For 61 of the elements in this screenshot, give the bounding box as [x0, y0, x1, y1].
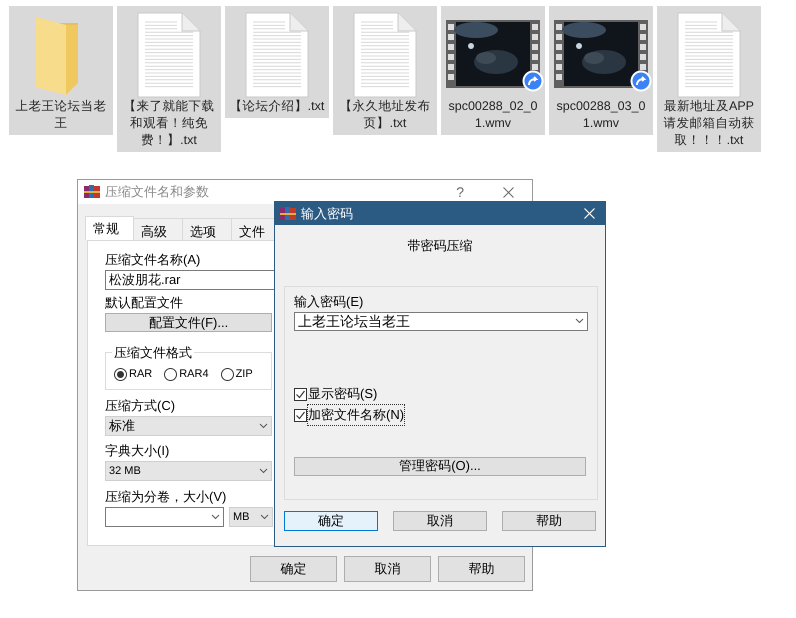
tab[interactable]: 高级	[134, 218, 183, 240]
dictionary-select[interactable]: 32 MB	[105, 461, 272, 481]
dialog-button[interactable]: 确定	[250, 556, 337, 582]
dialog-button[interactable]: 帮助	[438, 556, 525, 582]
close-icon[interactable]	[503, 186, 514, 198]
file-item[interactable]: 【永久地址发布 页】.txt	[333, 6, 437, 135]
window-title: 输入密码	[301, 204, 353, 223]
field-label: 字典大小(I)	[105, 443, 170, 459]
text-file-icon	[353, 12, 417, 98]
field-label: 压缩文件名称(A)	[105, 252, 200, 268]
profile-button[interactable]: 配置文件(F)...	[105, 313, 272, 332]
field-label: 输入密码(E)	[294, 294, 364, 310]
manage-passwords-button[interactable]: 管理密码(O)...	[294, 456, 586, 476]
chevron-down-icon	[260, 514, 269, 520]
archive-books-icon	[84, 185, 100, 199]
tab[interactable]: 选项	[183, 218, 232, 240]
radio-button[interactable]: RAR	[114, 366, 152, 382]
dialog-button[interactable]: 取消	[344, 556, 431, 582]
chevron-down-icon	[259, 468, 268, 474]
file-name: spc00288_02_0 1.wmv	[448, 98, 538, 132]
volume-size-combo[interactable]	[105, 507, 224, 527]
file-item[interactable]: 【论坛介绍】.txt	[225, 6, 329, 118]
file-item[interactable]: spc00288_03_0 1.wmv	[549, 6, 653, 135]
chevron-down-icon	[211, 514, 220, 520]
dialog-heading: 带密码压缩	[408, 237, 472, 255]
file-name: 最新地址及APP 请发邮箱自动获 取！！！.txt	[664, 98, 754, 149]
archive-books-icon	[280, 206, 296, 220]
dialog-button[interactable]: 帮助	[502, 510, 596, 530]
tab[interactable]: 常规	[85, 216, 134, 240]
radio-button[interactable]: ZIP	[220, 366, 253, 382]
chevron-down-icon	[575, 318, 584, 324]
checkbox[interactable]: 加密文件名称(N)	[294, 406, 404, 424]
shortcut-arrow-icon	[522, 70, 544, 92]
radio-button[interactable]: RAR4	[164, 366, 209, 382]
file-item[interactable]: 【来了就能下载 和观看！纯免 费！】.txt	[117, 6, 221, 152]
text-file-icon	[137, 12, 201, 98]
file-name: 【永久地址发布 页】.txt	[340, 98, 430, 132]
text-file-icon	[245, 12, 309, 98]
field-label: 压缩方式(C)	[105, 398, 176, 414]
dialog-button[interactable]: 取消	[393, 510, 487, 530]
check-icon	[295, 410, 306, 420]
field-label: 默认配置文件	[105, 295, 183, 311]
file-name: 【论坛介绍】.txt	[230, 98, 324, 115]
window-title: 压缩文件名和参数	[105, 183, 209, 202]
file-item[interactable]: 最新地址及APP 请发邮箱自动获 取！！！.txt	[657, 6, 761, 152]
dialog-button[interactable]: 确定	[284, 510, 378, 530]
check-icon	[295, 388, 306, 400]
file-name: 【来了就能下载 和观看！纯免 费！】.txt	[124, 98, 214, 149]
method-select[interactable]: 标准	[105, 416, 272, 436]
text-file-icon	[677, 12, 741, 98]
password-combo[interactable]: 上老王论坛当老王	[294, 312, 588, 330]
shortcut-arrow-icon	[630, 70, 652, 92]
chevron-down-icon	[259, 423, 268, 429]
file-name: spc00288_03_0 1.wmv	[556, 98, 646, 132]
unit-select[interactable]: MB	[229, 507, 273, 527]
field-label: 压缩为分卷，大小(V)	[105, 489, 226, 505]
file-name: 上老王论坛当老 王	[16, 98, 106, 132]
file-item[interactable]: spc00288_02_0 1.wmv	[441, 6, 545, 135]
help-button[interactable]: ?	[456, 182, 464, 202]
file-item[interactable]: 上老王论坛当老 王	[9, 6, 113, 135]
checkbox[interactable]: 显示密码(S)	[294, 386, 404, 402]
